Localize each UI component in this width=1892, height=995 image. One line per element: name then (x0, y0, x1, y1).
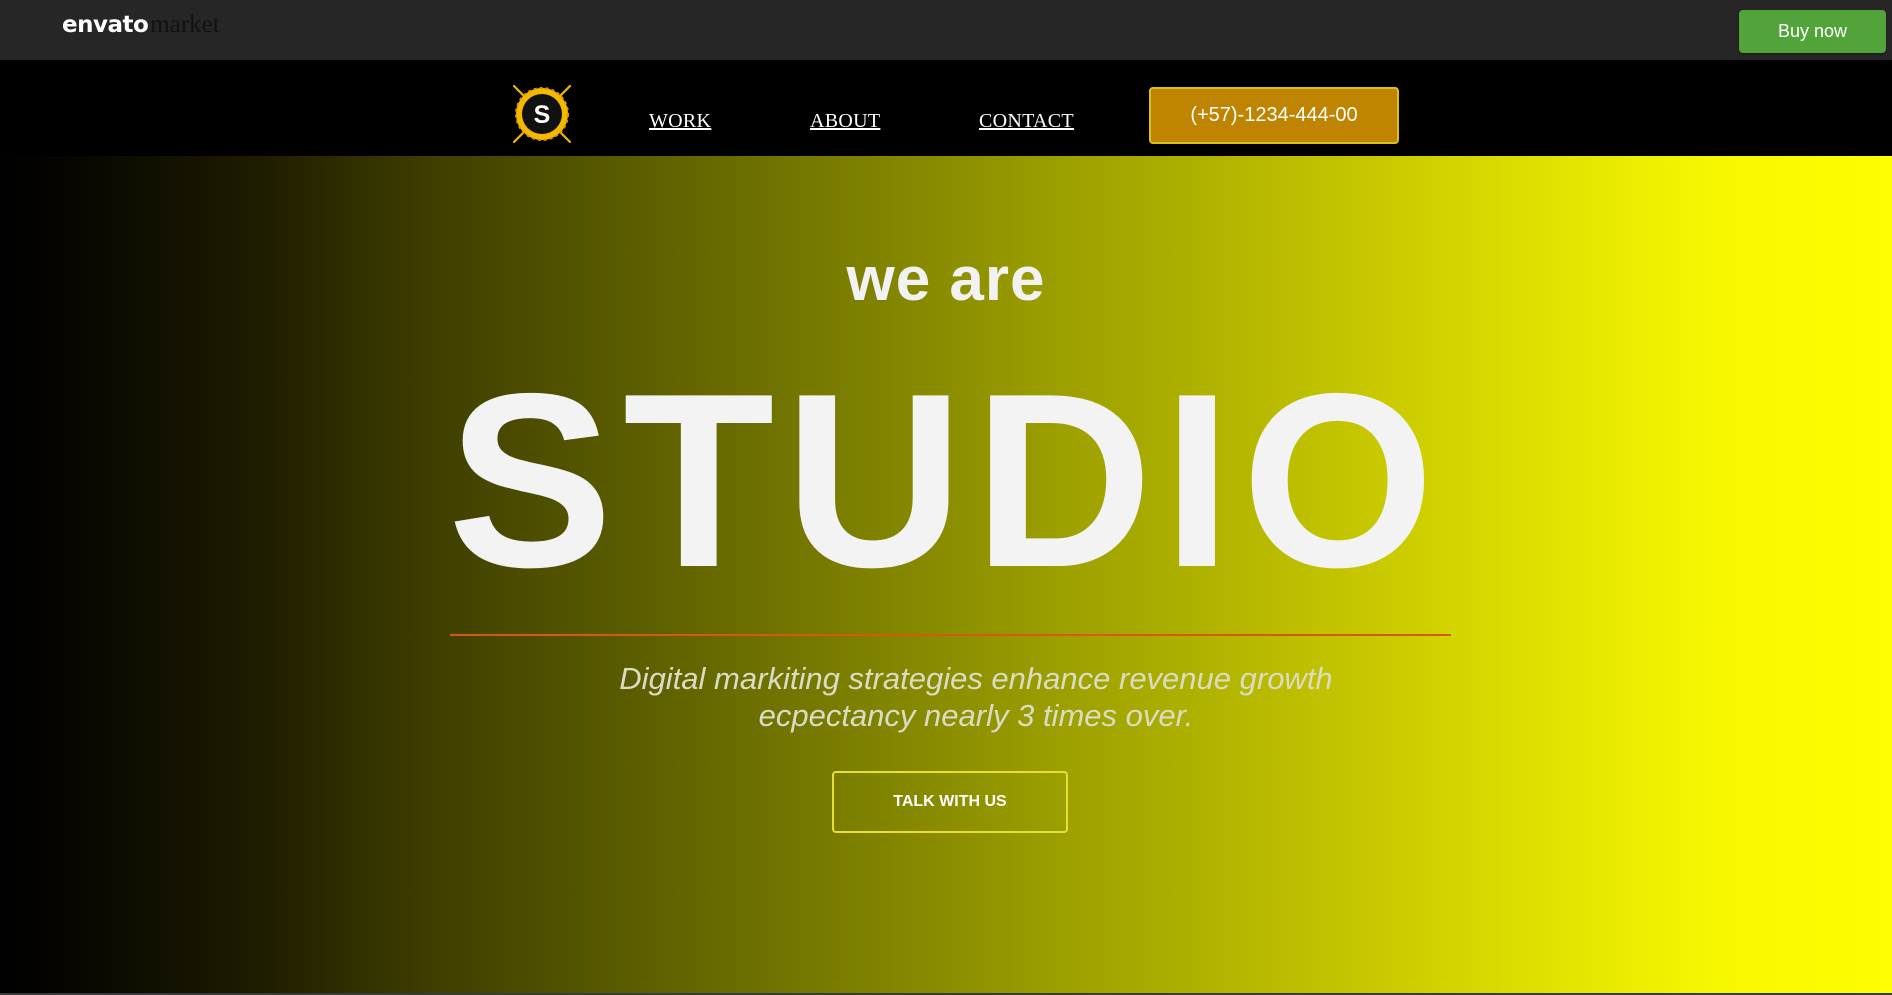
hero-divider (450, 634, 1451, 636)
nav-link-work[interactable]: WORK (649, 110, 711, 133)
hero-subtitle-line-1: Digital markiting strategies enhance rev… (619, 661, 1333, 696)
talk-with-us-button[interactable]: TALK WITH US (832, 771, 1068, 833)
phone-button[interactable]: (+57)-1234-444-00 (1149, 87, 1399, 144)
hero-section: we are STUDIO Digital markiting strategi… (0, 156, 1892, 993)
hero-subtitle-line-2: ecpectancy nearly 3 times over. (758, 698, 1194, 733)
buy-now-button[interactable]: Buy now (1739, 10, 1886, 53)
site-logo-link[interactable]: S (510, 82, 574, 146)
nav-link-about[interactable]: ABOUT (810, 110, 880, 133)
envato-market-logo[interactable]: envato market (62, 11, 220, 39)
site-logo-letter: S (534, 101, 551, 129)
envato-top-bar: envato market Buy now (0, 0, 1892, 60)
site-navigation: S WORK ABOUT CONTACT (+57)-1234-444-00 (0, 60, 1892, 156)
sun-badge-icon: S (512, 84, 572, 144)
market-logo-word: market (150, 11, 220, 38)
hero-pre-title: we are (846, 245, 1046, 314)
hero-subtitle: Digital markiting strategies enhance rev… (546, 660, 1406, 734)
envato-logo-word: envato (62, 12, 149, 38)
hero-title: STUDIO (447, 341, 1445, 619)
nav-link-contact[interactable]: CONTACT (979, 110, 1074, 133)
